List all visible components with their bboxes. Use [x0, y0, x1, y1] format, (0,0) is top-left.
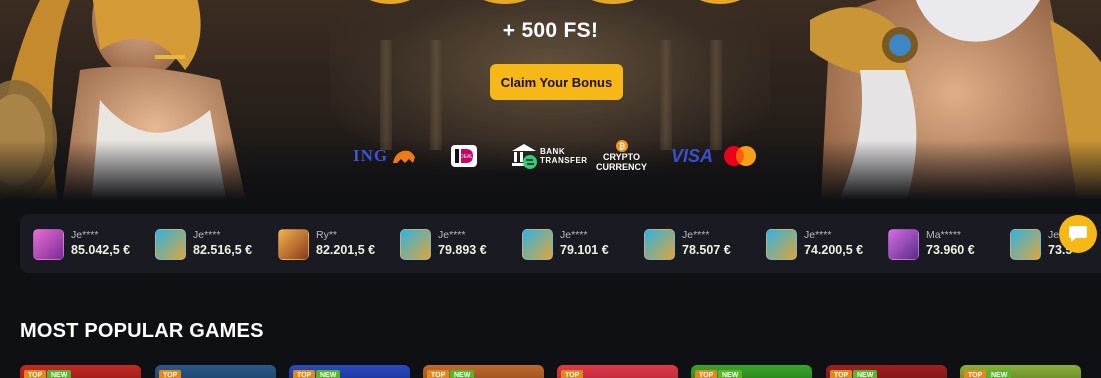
crypto-label-top: CRYPTO [603, 152, 641, 162]
new-badge: NEW [853, 370, 878, 378]
game-thumbnail [33, 228, 64, 260]
ing-lion-icon [393, 150, 416, 163]
crypto-logo: ₿ CRYPTO CURRENCY [596, 138, 647, 174]
ing-label: ING [353, 146, 389, 165]
new-badge: NEW [47, 370, 72, 378]
winner-amount: 82.201,5 € [316, 243, 376, 257]
winner-username: Je**** [804, 229, 832, 241]
ing-logo: ING [353, 138, 417, 174]
mastercard-icon [724, 146, 756, 166]
top-badge: TOP [293, 370, 316, 378]
pillar [380, 40, 392, 150]
winner-amount: 73.960 € [926, 243, 975, 257]
top-badge: TOP [24, 370, 47, 378]
top-badge: TOP [159, 370, 182, 378]
winner-item[interactable]: Je**** 85.042,5 € [33, 227, 130, 261]
winner-amount: 82.516,5 € [193, 243, 253, 257]
bank-icon [512, 144, 537, 169]
winner-amount: 85.042,5 € [71, 243, 131, 257]
crypto-label: CRYPTO CURRENCY [596, 152, 647, 172]
game-card[interactable]: TOP [557, 365, 678, 378]
pillar [660, 40, 672, 150]
game-card[interactable]: TOP NEW [423, 365, 544, 378]
winner-username: Je**** [682, 229, 710, 241]
winner-item[interactable]: Ry** 82.201,5 € [278, 227, 375, 261]
game-thumbnail [1010, 228, 1041, 260]
chat-button[interactable] [1059, 215, 1097, 253]
mastercard-logo [722, 138, 758, 174]
new-badge: NEW [987, 370, 1012, 378]
winner-username: Je**** [193, 229, 221, 241]
crypto-label-bottom: CURRENCY [596, 162, 648, 172]
bitcoin-icon: ₿ [615, 140, 628, 152]
chat-bubble-icon [1069, 226, 1087, 242]
game-thumbnail [278, 228, 309, 260]
game-card[interactable]: TOP NEW [289, 365, 410, 378]
top-badge: TOP [427, 370, 450, 378]
top-badge: TOP [964, 370, 987, 378]
winner-item[interactable]: Je**** 79.893 € [400, 227, 487, 261]
visa-logo: VISA [671, 138, 713, 174]
new-badge: NEW [316, 370, 341, 378]
game-card[interactable]: TOP NEW [826, 365, 947, 378]
bank-transfer-label: BANK TRANSFER [540, 147, 588, 165]
game-thumbnail [644, 228, 675, 260]
winner-username: Je**** [560, 229, 588, 241]
winner-item[interactable]: Je**** 74.200,5 € [766, 227, 863, 261]
visa-icon: VISA [671, 145, 714, 166]
winner-item[interactable]: Ma***** 73.960 € [888, 227, 975, 261]
recent-winners-ticker[interactable]: Je**** 85.042,5 € Je**** 82.516,5 € Ry**… [20, 214, 1101, 273]
game-card[interactable]: TOP NEW [960, 365, 1081, 378]
game-thumbnail [522, 228, 553, 260]
payment-methods: ING iDEAL BANK TRANSFER ₿ CRYPTO CURRENC… [0, 138, 1101, 174]
claim-bonus-button[interactable]: Claim Your Bonus [490, 64, 623, 100]
winner-username: Ma***** [926, 229, 962, 241]
winner-item[interactable]: Je**** 78.507 € [644, 227, 731, 261]
winner-amount: 78.507 € [682, 243, 731, 257]
top-badge: TOP [830, 370, 853, 378]
pillar [710, 40, 722, 150]
svg-text:iDEAL: iDEAL [459, 154, 473, 160]
top-badge: TOP [695, 370, 718, 378]
winner-username: Je**** [71, 229, 99, 241]
game-thumbnail [400, 228, 431, 260]
pillar [430, 40, 442, 150]
winner-item[interactable]: Je**** 79.101 € [522, 227, 609, 261]
game-card[interactable]: TOP NEW [20, 365, 141, 378]
top-badge: TOP [561, 370, 584, 378]
bank-transfer-logo: BANK TRANSFER [510, 138, 588, 174]
bank-label-bottom: TRANSFER [540, 156, 588, 165]
game-thumbnail [888, 228, 919, 260]
svg-text:₿: ₿ [618, 142, 625, 151]
bank-label-top: BANK [540, 147, 566, 156]
winner-amount: 74.200,5 € [804, 243, 864, 257]
winner-item[interactable]: Je**** 82.516,5 € [155, 227, 252, 261]
game-thumbnail [766, 228, 797, 260]
game-card[interactable]: TOP NEW [691, 365, 812, 378]
bonus-amount-graphic [369, 0, 741, 4]
game-card[interactable]: TOP [155, 365, 276, 378]
new-badge: NEW [718, 370, 743, 378]
section-title: MOST POPULAR GAMES [20, 320, 264, 342]
winner-amount: 79.893 € [438, 243, 487, 257]
winner-username: Je**** [438, 229, 466, 241]
ideal-icon: iDEAL [451, 145, 477, 167]
bonus-text: + 500 FS! [502, 19, 599, 42]
new-badge: NEW [450, 370, 475, 378]
winner-username: Ry** [316, 229, 338, 241]
ideal-logo: iDEAL [450, 138, 478, 174]
winner-amount: 79.101 € [560, 243, 609, 257]
game-thumbnail [155, 228, 186, 260]
